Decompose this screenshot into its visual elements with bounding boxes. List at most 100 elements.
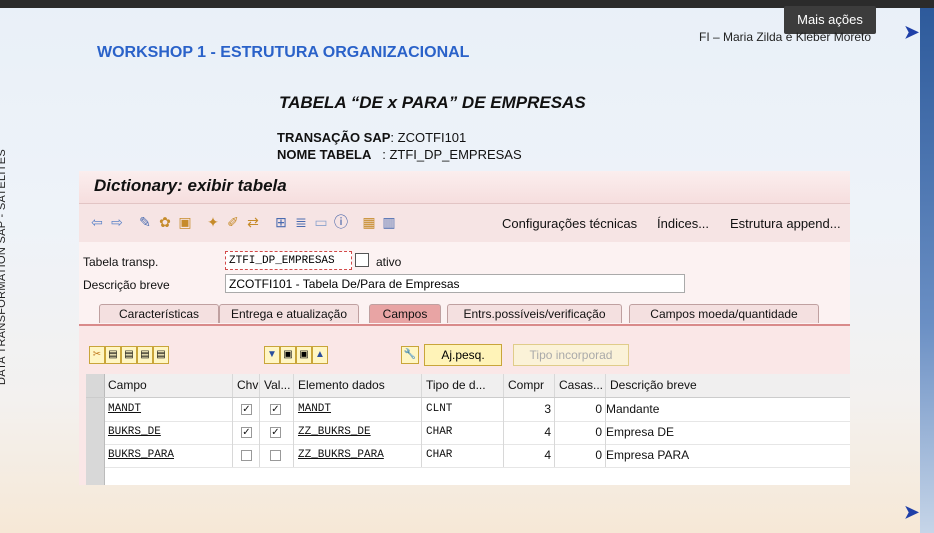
expand-icon[interactable]: ▼: [264, 346, 280, 364]
transacao-line: TRANSAÇÃO SAP: ZCOTFI101: [277, 130, 467, 145]
row-selector[interactable]: [86, 444, 105, 467]
list-icon[interactable]: ≣: [293, 214, 309, 230]
aj-pesq-button[interactable]: Aj.pesq.: [424, 344, 502, 366]
next-slide-icon[interactable]: ➤: [904, 502, 919, 523]
val-cell: ✓: [260, 421, 294, 444]
col-val[interactable]: Val...: [260, 374, 294, 397]
col-chv[interactable]: Chv: [233, 374, 260, 397]
nome-tabela-line: NOME TABELA : ZTFI_DP_EMPRESAS: [277, 147, 522, 162]
val-cell: ✓: [260, 398, 294, 421]
table-header-row: Campo Chv Val... Elemento dados Tipo de …: [86, 374, 850, 398]
sap-window-title: Dictionary: exibir tabela: [94, 176, 287, 195]
casas-cell[interactable]: 0: [555, 398, 606, 421]
back-icon[interactable]: ⇦: [89, 214, 105, 230]
header-form: Tabela transp. ZTFI_DP_EMPRESAS ativo De…: [79, 242, 850, 302]
hierarchy-icon[interactable]: ⊞: [273, 214, 289, 230]
sap-title-bar: Dictionary: exibir tabela: [79, 171, 850, 203]
select-all-cell[interactable]: [86, 374, 105, 397]
tab-entrega-atualizacao[interactable]: Entrega e atualização: [219, 304, 359, 323]
row-selector[interactable]: [86, 467, 105, 485]
chv-checkbox[interactable]: ✓: [241, 404, 252, 415]
other-object-icon[interactable]: ✎: [137, 214, 153, 230]
sap-toolbar: ⇦ ⇨ ✎ ✿ ▣ ✦ ✐ ⇄ ⊞ ≣ ▭ ⓘ ▦ ▥ Configuraçõe…: [79, 203, 850, 243]
descricao-cell[interactable]: Mandante: [606, 398, 850, 421]
campos-panel: ✂ ▤ ▤ ▤ ▤ ▼ ▣ ▣ ▲ 🔧 Aj.pesq. Tipo incorp…: [79, 324, 850, 485]
casas-cell[interactable]: 0: [555, 444, 606, 467]
campo-cell[interactable]: MANDT: [104, 398, 233, 421]
col-casas[interactable]: Casas...: [555, 374, 606, 397]
elemento-cell[interactable]: ZZ_BUKRS_DE: [294, 421, 422, 444]
col-campo[interactable]: Campo: [104, 374, 233, 397]
table-row[interactable]: MANDT ✓ ✓ MANDT CLNT 3 0 Mandante: [86, 398, 850, 422]
col-elemento-dados[interactable]: Elemento dados: [294, 374, 422, 397]
up-icon[interactable]: ▲: [312, 346, 328, 364]
tipo-cell[interactable]: CHAR: [422, 444, 504, 467]
table-row[interactable]: BUKRS_DE ✓ ✓ ZZ_BUKRS_DE CHAR 4 0 Empres…: [86, 421, 850, 445]
config-tecnicas-button[interactable]: Configurações técnicas: [502, 216, 637, 231]
indices-button[interactable]: Índices...: [657, 216, 709, 231]
chv-checkbox[interactable]: ✓: [241, 427, 252, 438]
check-icon[interactable]: ▣: [177, 214, 193, 230]
sap-window: Dictionary: exibir tabela ⇦ ⇨ ✎ ✿ ▣ ✦ ✐ …: [79, 171, 850, 485]
descricao-breve-field[interactable]: ZCOTFI101 - Tabela De/Para de Empresas: [225, 274, 685, 293]
col-compr[interactable]: Compr: [504, 374, 555, 397]
campo-cell[interactable]: BUKRS_PARA: [104, 444, 233, 467]
contents-icon[interactable]: ▦: [361, 214, 377, 230]
tipo-cell[interactable]: CLNT: [422, 398, 504, 421]
right-decorative-strip: [920, 8, 934, 533]
tab-strip: Características Entrega e atualização Ca…: [79, 302, 850, 324]
compr-cell[interactable]: 4: [504, 444, 555, 467]
tab-caracteristicas[interactable]: Características: [99, 304, 219, 323]
col-tipo[interactable]: Tipo de d...: [422, 374, 504, 397]
val-checkbox[interactable]: [270, 450, 281, 461]
cut-icon[interactable]: ✂: [89, 346, 105, 364]
window-icon[interactable]: ▭: [313, 214, 329, 230]
copy-row-icon[interactable]: ▤: [105, 346, 121, 364]
tabela-transp-field[interactable]: ZTFI_DP_EMPRESAS: [225, 251, 352, 270]
compr-cell[interactable]: 4: [504, 421, 555, 444]
casas-cell[interactable]: 0: [555, 421, 606, 444]
copy-icon[interactable]: [355, 253, 369, 267]
compr-cell[interactable]: 3: [504, 398, 555, 421]
descricao-breve-label: Descrição breve: [83, 278, 170, 292]
chv-cell: [233, 444, 260, 467]
workshop-title: WORKSHOP 1 - ESTRUTURA ORGANIZACIONAL: [97, 44, 470, 61]
tipo-incorporado-button[interactable]: Tipo incorporad: [513, 344, 629, 366]
elemento-cell[interactable]: MANDT: [294, 398, 422, 421]
tab-campos-moeda[interactable]: Campos moeda/quantidade: [629, 304, 819, 323]
next-arrow-icon[interactable]: ➤: [904, 22, 919, 43]
row-selector[interactable]: [86, 421, 105, 444]
tipo-cell[interactable]: CHAR: [422, 421, 504, 444]
table-row[interactable]: BUKRS_PARA ZZ_BUKRS_PARA CHAR 4 0 Empres…: [86, 444, 850, 468]
estrutura-append-button[interactable]: Estrutura append...: [730, 216, 841, 231]
search-help-icon[interactable]: 🔧: [401, 346, 419, 364]
row-selector[interactable]: [86, 398, 105, 421]
test-icon[interactable]: ✐: [225, 214, 241, 230]
insert-row-icon[interactable]: ▤: [137, 346, 153, 364]
table-row[interactable]: [86, 467, 850, 485]
tab-entrs-possiveis[interactable]: Entrs.possíveis/verificação: [447, 304, 622, 323]
info-icon[interactable]: ⓘ: [333, 214, 349, 230]
paste-row-icon[interactable]: ▤: [121, 346, 137, 364]
delete-row-icon[interactable]: ▤: [153, 346, 169, 364]
where-used-icon[interactable]: ⇄: [245, 214, 261, 230]
val-checkbox[interactable]: ✓: [270, 404, 281, 415]
activate-icon[interactable]: ✦: [205, 214, 221, 230]
chv-cell: ✓: [233, 421, 260, 444]
display-change-icon[interactable]: ✿: [157, 214, 173, 230]
col-descricao[interactable]: Descrição breve: [606, 374, 850, 397]
elemento-cell[interactable]: ZZ_BUKRS_PARA: [294, 444, 422, 467]
campo-cell[interactable]: BUKRS_DE: [104, 421, 233, 444]
descricao-cell[interactable]: Empresa PARA: [606, 444, 850, 467]
val-checkbox[interactable]: ✓: [270, 427, 281, 438]
tabela-transp-label: Tabela transp.: [83, 255, 159, 269]
descricao-cell[interactable]: Empresa DE: [606, 421, 850, 444]
table-contents-icon[interactable]: ▥: [381, 214, 397, 230]
chv-checkbox[interactable]: [241, 450, 252, 461]
collapse-icon[interactable]: ▣: [280, 346, 296, 364]
select-icon[interactable]: ▣: [296, 346, 312, 364]
forward-icon[interactable]: ⇨: [109, 214, 125, 230]
tab-campos[interactable]: Campos: [369, 304, 441, 323]
author-label: FI – Maria Zilda e Kleber Moreto: [699, 30, 872, 44]
chv-cell: ✓: [233, 398, 260, 421]
